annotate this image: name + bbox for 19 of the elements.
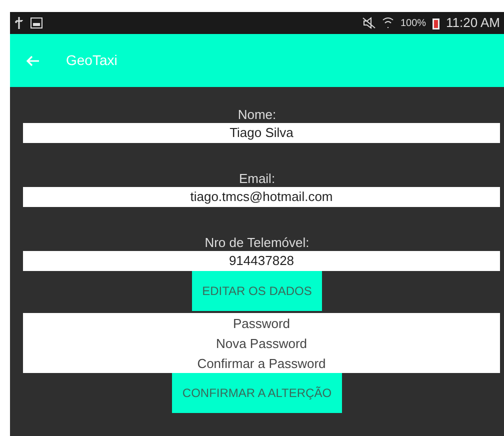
app-title: GeoTaxi xyxy=(66,51,118,70)
edit-data-button[interactable]: EDITAR OS DADOS xyxy=(192,271,322,311)
back-arrow-icon[interactable] xyxy=(26,54,40,66)
wifi-icon xyxy=(382,17,394,29)
field-label: Email: xyxy=(238,171,276,187)
password-field[interactable]: Nova Password xyxy=(23,333,500,353)
field-label: Nome: xyxy=(236,107,278,123)
mute-icon xyxy=(362,17,376,29)
text-field[interactable]: Tiago Silva xyxy=(23,123,500,143)
battery-percent: 100% xyxy=(400,16,426,30)
password-field[interactable]: Confirmar a Password xyxy=(23,353,500,373)
clock-time: 11:20 AM xyxy=(446,14,500,32)
image-icon xyxy=(30,17,43,29)
text-field[interactable]: 914437828 xyxy=(23,251,500,271)
battery-icon xyxy=(432,16,440,30)
field-label: Nro de Telemóvel: xyxy=(204,235,310,251)
password-field[interactable]: Password xyxy=(23,313,500,333)
confirm-change-button[interactable]: CONFIRMAR A ALTERÇÃO xyxy=(172,373,342,413)
text-field[interactable]: tiago.tmcs@hotmail.com xyxy=(23,187,500,207)
